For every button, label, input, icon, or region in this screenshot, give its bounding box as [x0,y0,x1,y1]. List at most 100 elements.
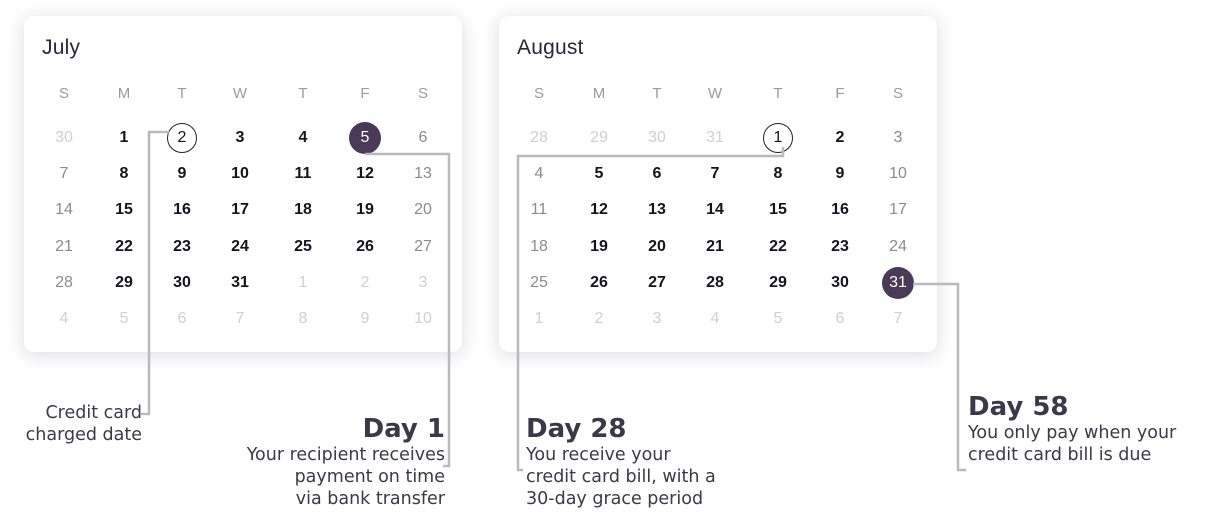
calendar-day[interactable]: 17 [878,197,918,223]
calendar-day[interactable]: 29 [579,125,619,151]
calendar-day[interactable]: 3 [878,125,918,151]
calendar-day[interactable]: 13 [403,161,443,187]
calendar-day[interactable]: 31 [220,270,260,296]
highlighted-day[interactable]: 5 [345,122,385,154]
calendar-day[interactable]: 20 [403,197,443,223]
calendar-day[interactable]: 13 [637,197,677,223]
calendar-day[interactable]: 30 [637,125,677,151]
calendar-day[interactable]: 25 [519,270,559,296]
calendar-day[interactable]: 1 [104,125,144,151]
calendar-day[interactable]: 30 [44,125,84,151]
day-number: 26 [590,274,608,291]
calendar-day[interactable]: 29 [104,270,144,296]
weekday-header: M [117,84,131,102]
day-number: 6 [177,310,187,327]
day-number: 30 [648,129,666,146]
calendar-day[interactable]: 30 [820,270,860,296]
calendar-day[interactable]: 8 [104,161,144,187]
day-number: 8 [119,165,129,182]
calendar-day[interactable]: 30 [162,270,202,296]
calendar-day[interactable]: 28 [695,270,735,296]
calendar-day[interactable]: 10 [403,306,443,332]
calendar-day[interactable]: 18 [519,234,559,260]
calendar-day[interactable]: 21 [695,234,735,260]
calendar-day[interactable]: 1 [283,270,323,296]
calendar-day[interactable]: 16 [162,197,202,223]
calendar-day[interactable]: 9 [820,161,860,187]
calendar-day[interactable]: 14 [44,197,84,223]
weekday-header: S [892,84,903,102]
calendar-day[interactable]: 7 [220,306,260,332]
calendar-day[interactable]: 4 [695,306,735,332]
calendar-day[interactable]: 10 [878,161,918,187]
calendar-day[interactable]: 31 [695,125,735,151]
calendar-day[interactable]: 5 [104,306,144,332]
calendar-day[interactable]: 28 [519,125,559,151]
calendar-day[interactable]: 4 [519,161,559,187]
calendar-day[interactable]: 27 [403,234,443,260]
calendar-day[interactable]: 28 [44,270,84,296]
day-number: 25 [530,274,548,291]
calendar-day[interactable]: 12 [579,197,619,223]
day-number: 9 [360,310,370,327]
calendar-day[interactable]: 6 [637,161,677,187]
calendar-day[interactable]: 6 [162,306,202,332]
highlighted-day[interactable]: 1 [758,123,798,153]
calendar-day[interactable]: 22 [758,234,798,260]
calendar-day[interactable]: 2 [820,125,860,151]
calendar-day[interactable]: 11 [519,197,559,223]
calendar-day[interactable]: 4 [44,306,84,332]
calendar-day[interactable]: 23 [162,234,202,260]
calendar-day[interactable]: 26 [579,270,619,296]
calendar-day[interactable]: 15 [758,197,798,223]
calendar-day[interactable]: 14 [695,197,735,223]
calendar-day[interactable]: 3 [220,125,260,151]
calendar-day[interactable]: 10 [220,161,260,187]
day-number: 17 [231,201,249,218]
annotation-day58: Day 58 You only pay when your credit car… [968,392,1215,466]
calendar-day[interactable]: 29 [758,270,798,296]
calendar-day[interactable]: 8 [758,161,798,187]
calendar-day[interactable]: 2 [345,270,385,296]
calendar-day[interactable]: 12 [345,161,385,187]
calendar-day[interactable]: 9 [345,306,385,332]
calendar-day[interactable]: 25 [283,234,323,260]
calendar-day[interactable]: 2 [579,306,619,332]
calendar-day[interactable]: 18 [283,197,323,223]
calendar-day[interactable]: 17 [220,197,260,223]
calendar-day[interactable]: 24 [878,234,918,260]
calendar-day[interactable]: 3 [403,270,443,296]
calendar-day[interactable]: 7 [878,306,918,332]
calendar-day[interactable]: 15 [104,197,144,223]
calendar-day[interactable]: 4 [283,125,323,151]
calendar-day[interactable]: 9 [162,161,202,187]
calendar-day[interactable]: 26 [345,234,385,260]
calendar-day[interactable]: 16 [820,197,860,223]
calendar-day[interactable]: 1 [519,306,559,332]
calendar-day[interactable]: 8 [283,306,323,332]
calendar-day[interactable]: 7 [695,161,735,187]
calendar-day[interactable]: 5 [579,161,619,187]
day-number: 28 [706,274,724,291]
calendar-day[interactable]: 24 [220,234,260,260]
day-number: 21 [55,238,73,255]
calendar-day[interactable]: 11 [283,161,323,187]
calendar-day[interactable]: 7 [44,161,84,187]
calendar-day[interactable]: 3 [637,306,677,332]
calendar-day[interactable]: 6 [820,306,860,332]
day-number: 19 [590,238,608,255]
highlighted-day[interactable]: 2 [162,123,202,153]
day-number: 19 [356,201,374,218]
calendar-day[interactable]: 22 [104,234,144,260]
calendar-day[interactable]: 19 [345,197,385,223]
calendar-day[interactable]: 23 [820,234,860,260]
calendar-day[interactable]: 20 [637,234,677,260]
highlighted-day[interactable]: 31 [878,267,918,299]
calendar-day[interactable]: 6 [403,125,443,151]
calendar-day[interactable]: 19 [579,234,619,260]
calendar-day[interactable]: 21 [44,234,84,260]
day-number: 16 [173,201,191,218]
annotation-day1-line: payment on time [294,467,445,487]
calendar-day[interactable]: 5 [758,306,798,332]
calendar-day[interactable]: 27 [637,270,677,296]
